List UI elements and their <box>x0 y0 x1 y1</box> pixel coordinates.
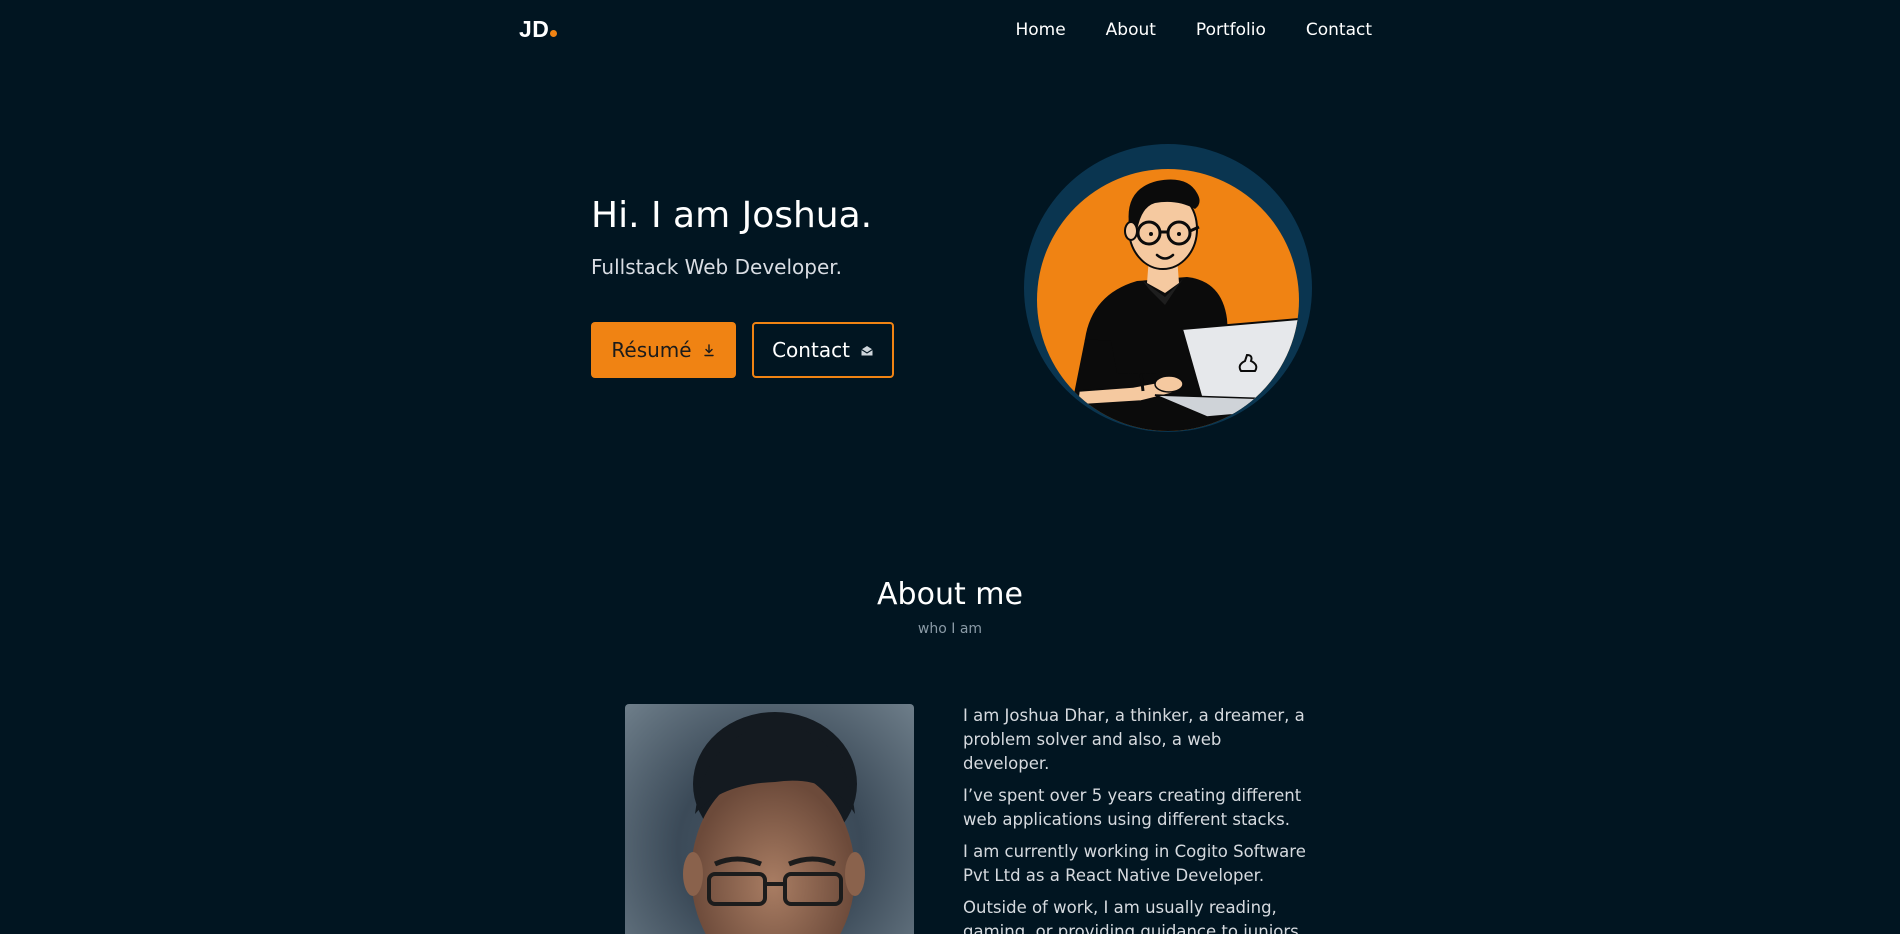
nav-link-home[interactable]: Home <box>1015 20 1065 40</box>
about-paragraph: I’ve spent over 5 years creating differe… <box>963 786 1302 829</box>
logo-dot <box>550 30 558 37</box>
about-paragraph: I am Joshua Dhar, a thinker, a dreamer, … <box>963 706 1305 773</box>
download-icon <box>702 343 716 357</box>
logo-text: JD <box>519 16 550 42</box>
developer-illustration <box>1037 169 1299 431</box>
resume-button[interactable]: Résumé <box>591 322 736 378</box>
contact-button[interactable]: Contact <box>752 322 894 378</box>
nav-link-about[interactable]: About <box>1106 20 1156 40</box>
mail-open-icon <box>860 343 874 357</box>
about-text: I am Joshua Dhar, a thinker, a dreamer, … <box>963 704 1308 934</box>
portfolio-page: JD Home About Portfolio Contact Hi. I am… <box>0 0 1900 934</box>
nav-links: Home About Portfolio Contact <box>1015 20 1372 40</box>
nav-link-contact[interactable]: Contact <box>1306 20 1372 40</box>
about-paragraph: Outside of work, I am usually reading, g… <box>963 898 1304 934</box>
about-subtitle: who I am <box>917 621 983 637</box>
logo[interactable]: JD <box>519 16 558 43</box>
hero-subtitle: Fullstack Web Developer. <box>591 255 842 279</box>
profile-photo <box>625 704 914 934</box>
top-navbar: JD Home About Portfolio Contact <box>0 0 1900 64</box>
about-title: About me <box>877 577 1023 612</box>
resume-button-label: Résumé <box>611 338 692 362</box>
contact-button-label: Contact <box>772 338 850 362</box>
about-paragraph: I am currently working in Cogito Softwar… <box>963 842 1306 885</box>
hero-title: Hi. I am Joshua. <box>591 195 873 236</box>
nav-link-portfolio[interactable]: Portfolio <box>1196 20 1266 40</box>
